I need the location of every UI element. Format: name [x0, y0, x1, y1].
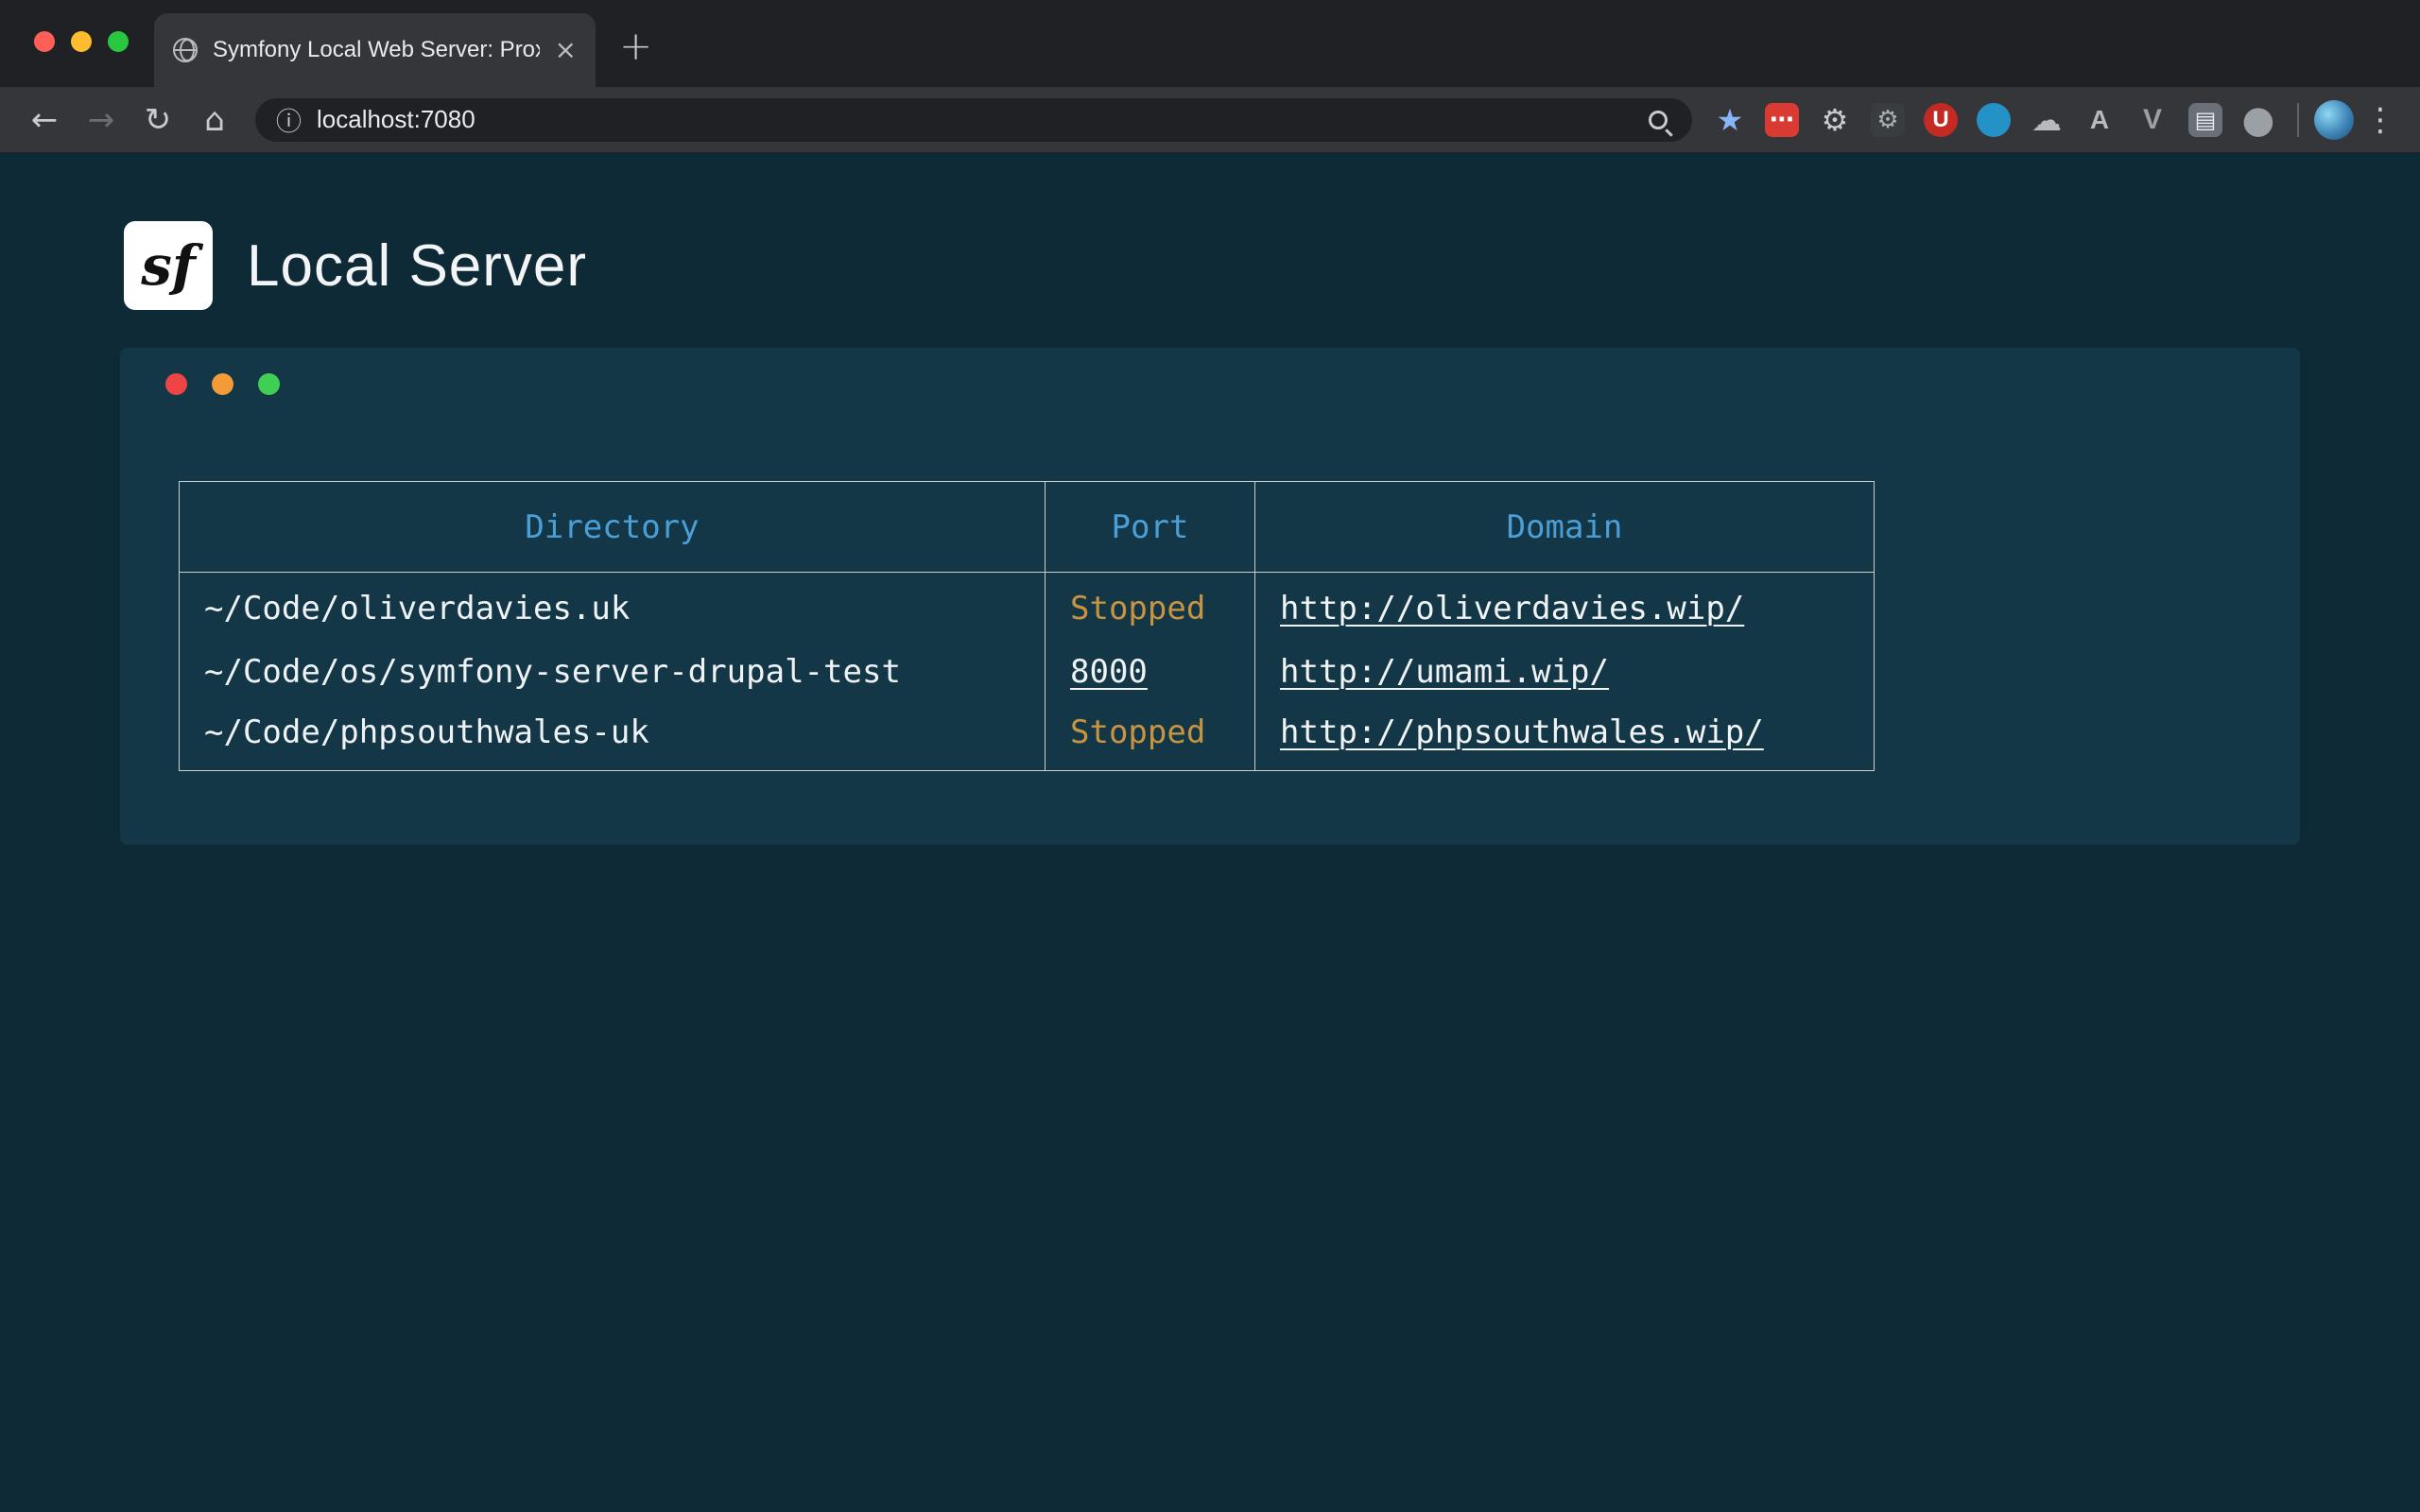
gear-dark-extension-icon[interactable]: ⚙: [1864, 96, 1911, 144]
profile-avatar[interactable]: [2314, 100, 2354, 140]
new-tab-button[interactable]: +: [619, 23, 652, 69]
gear-light-extension-icon[interactable]: ⚙: [1811, 96, 1858, 144]
ublock-extension-icon[interactable]: U: [1917, 96, 1964, 144]
github-extension-icon[interactable]: ●: [2235, 96, 2282, 144]
page-title: Local Server: [247, 232, 587, 300]
table-row: ~/Code/oliverdavies.uk Stopped http://ol…: [180, 573, 1875, 639]
directory-column-header: Directory: [180, 482, 1046, 573]
domain-link[interactable]: http://phpsouthwales.wip/: [1280, 713, 1764, 751]
cloud-extension-icon[interactable]: ☁: [2023, 96, 2070, 144]
address-bar[interactable]: ⓘ localhost:7080: [255, 98, 1692, 142]
window-zoom-button[interactable]: [108, 31, 129, 52]
window-minimize-button[interactable]: [71, 31, 92, 52]
port-status: Stopped: [1070, 713, 1205, 751]
tab-close-icon[interactable]: ×: [555, 37, 577, 63]
domain-link[interactable]: http://umami.wip/: [1280, 653, 1609, 691]
home-button[interactable]: ⌂: [189, 94, 240, 146]
card-green-dot: [258, 373, 280, 395]
table-header-row: Directory Port Domain: [180, 482, 1875, 573]
tab-title: Symfony Local Web Server: Prox: [213, 37, 540, 63]
domain-column-header: Domain: [1255, 482, 1875, 573]
toolbar-separator: [2297, 103, 2299, 137]
window-controls: [34, 31, 129, 52]
symfony-logo: sf: [124, 221, 213, 310]
directory-cell: ~/Code/oliverdavies.uk: [180, 573, 1046, 639]
bookmark-star-icon[interactable]: ★: [1707, 102, 1753, 138]
zoom-indicator-icon[interactable]: [1649, 111, 1668, 129]
forward-button[interactable]: →: [76, 94, 127, 146]
card-window-dots: [165, 373, 280, 395]
directory-cell: ~/Code/phpsouthwales-uk: [180, 705, 1046, 771]
letter-v-extension-icon[interactable]: V: [2129, 96, 2176, 144]
servers-table: Directory Port Domain ~/Code/oliverdavie…: [179, 481, 1875, 771]
window-close-button[interactable]: [34, 31, 55, 52]
page-info-icon[interactable]: ⓘ: [276, 101, 302, 138]
globe-favicon-icon: [173, 38, 198, 62]
port-link[interactable]: 8000: [1070, 653, 1148, 691]
letter-a-extension-icon[interactable]: A: [2076, 96, 2123, 144]
domain-link[interactable]: http://oliverdavies.wip/: [1280, 590, 1744, 627]
port-status: Stopped: [1070, 590, 1205, 627]
table-row: ~/Code/phpsouthwales-uk Stopped http://p…: [180, 705, 1875, 771]
browser-toolbar: ← → ↻ ⌂ ⓘ localhost:7080 ★ ⋯ ⚙ ⚙ U ☁ A V…: [0, 87, 2420, 153]
tab-strip: Symfony Local Web Server: Prox × +: [0, 0, 2420, 87]
brand-header: sf Local Server: [0, 153, 2420, 310]
blue-circle-extension-icon[interactable]: [1970, 96, 2017, 144]
directory-cell: ~/Code/os/symfony-server-drupal-test: [180, 639, 1046, 705]
card-red-dot: [165, 373, 187, 395]
back-button[interactable]: ←: [19, 94, 70, 146]
browser-tab[interactable]: Symfony Local Web Server: Prox ×: [154, 13, 596, 87]
address-url: localhost:7080: [317, 105, 1634, 134]
server-card: Directory Port Domain ~/Code/oliverdavie…: [120, 348, 2300, 845]
gray-square-extension-icon[interactable]: ▤: [2182, 96, 2229, 144]
table-row: ~/Code/os/symfony-server-drupal-test 800…: [180, 639, 1875, 705]
symfony-local-server-page: sf Local Server Directory Port Domain ~/…: [0, 153, 2420, 1512]
browser-menu-icon[interactable]: ⋮: [2360, 101, 2401, 139]
red-dots-extension-icon[interactable]: ⋯: [1758, 96, 1806, 144]
reload-button[interactable]: ↻: [132, 94, 183, 146]
card-orange-dot: [212, 373, 233, 395]
port-column-header: Port: [1046, 482, 1255, 573]
